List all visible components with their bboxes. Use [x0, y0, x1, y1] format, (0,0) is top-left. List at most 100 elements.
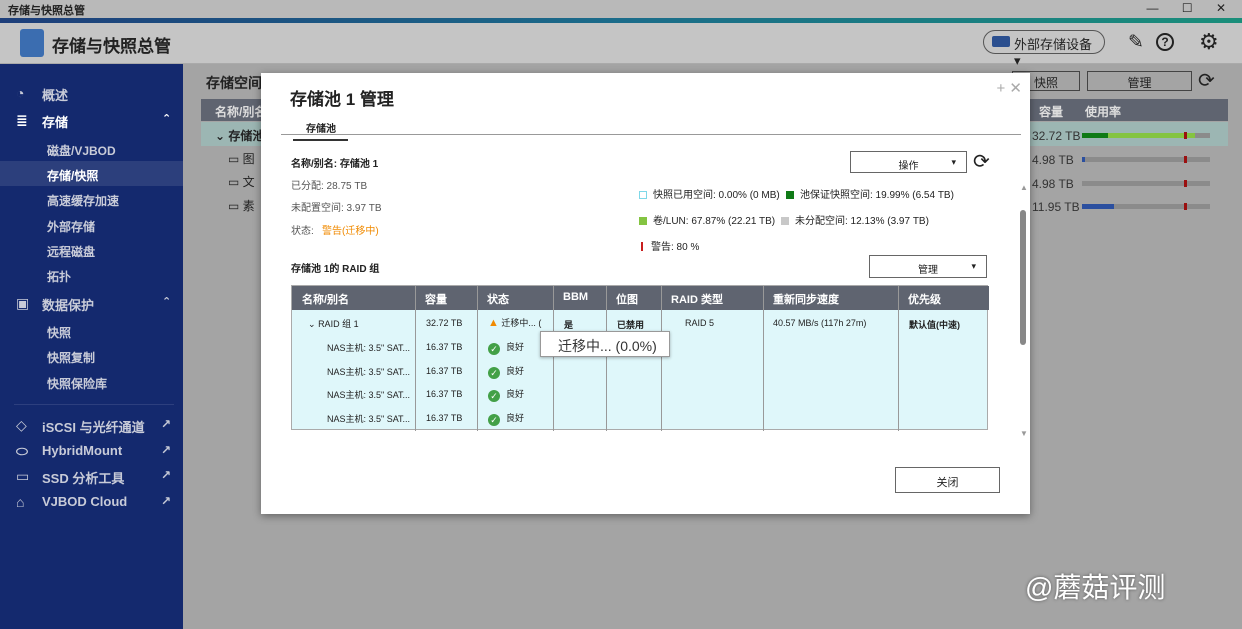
volume-row[interactable]: ▭ 素: [228, 197, 255, 214]
label: VJBOD Cloud: [42, 494, 128, 509]
magic-wand-icon[interactable]: ✎: [1128, 31, 1144, 54]
label: 概述: [42, 88, 69, 103]
row-name: 图: [242, 152, 255, 166]
legend-volume-lun: 卷/LUN: 67.87% (22.21 TB): [639, 212, 775, 227]
usage-bar: [1082, 156, 1210, 163]
close-button[interactable]: 关闭: [895, 467, 1000, 493]
group-resync: 40.57 MB/s (117h 27m): [773, 318, 867, 328]
scrollbar-thumb[interactable]: [1020, 210, 1026, 345]
watermark: @蘑菇评测: [1025, 572, 1166, 603]
app-title: 存储与快照总管: [52, 37, 171, 56]
app-header: 存储与快照总管 外部存储设备 ▾ ✎ ? ⚙: [0, 23, 1242, 68]
sidebar-item-overview[interactable]: ◔ 概述: [0, 85, 183, 104]
collapse-icon[interactable]: ⌃: [162, 295, 171, 308]
group-capacity: 32.72 TB: [426, 318, 463, 328]
sidebar-item-storage[interactable]: ≣ 存储 ⌃: [0, 112, 183, 131]
sidebar-item-data-protection[interactable]: ▣ 数据保护 ⌃: [0, 295, 183, 314]
label: SSD 分析工具: [42, 471, 125, 486]
usage-fill: [1082, 204, 1114, 209]
window-controls[interactable]: — ☐ ✕: [1147, 1, 1236, 15]
pool-name: 名称/别名: 存储池 1: [291, 159, 379, 170]
th-capacity: 容量: [415, 286, 477, 310]
disk-name: NAS主机: 3.5" SAT...: [327, 390, 411, 400]
sidebar-item-snapshot[interactable]: 快照: [0, 324, 183, 341]
caret-down-icon: ▾: [1014, 53, 1021, 68]
close-icon[interactable]: ✕: [1009, 80, 1022, 97]
status-label: 状态:: [291, 226, 314, 237]
external-link-icon: ↗: [161, 468, 172, 482]
legend-warning: 警告: 80 %: [641, 238, 699, 253]
sidebar-app-iscsi[interactable]: ◇ iSCSI 与光纤通道 ↗: [0, 417, 183, 436]
external-link-icon: ↗: [161, 443, 172, 457]
check-circle-icon: ✓: [488, 366, 500, 379]
disk-capacity: 16.37 TB: [426, 412, 463, 423]
usage-bar: [1082, 132, 1210, 139]
refresh-icon[interactable]: ⟳: [1198, 68, 1215, 93]
group-bbm: 是: [564, 320, 574, 330]
usage-bar: [1082, 180, 1210, 187]
th-bitmap: 位图: [606, 286, 661, 310]
help-icon[interactable]: ?: [1156, 33, 1174, 51]
sidebar-item-remote-disk[interactable]: 远程磁盘: [0, 243, 183, 260]
label: iSCSI 与光纤通道: [42, 420, 145, 435]
tab-storage-pool[interactable]: 存储池: [293, 120, 348, 141]
scroll-down-arrow[interactable]: ▼: [1020, 429, 1028, 438]
sidebar-item-snapshot-replica[interactable]: 快照复制: [0, 349, 183, 366]
external-storage-label: 外部存储设备: [1014, 37, 1093, 52]
manage-dropdown[interactable]: 管理 ▾: [869, 255, 987, 278]
collapse-icon[interactable]: ⌃: [162, 112, 171, 125]
check-circle-icon: ✓: [488, 390, 500, 402]
sidebar-item-cache[interactable]: 高速缓存加速: [0, 192, 183, 209]
sidebar: ◔ 概述 ≣ 存储 ⌃ 磁盘/VJBOD 存储/快照 高速缓存加速 外部存储 远程磁盘…: [0, 64, 183, 629]
disk-status: 良好: [506, 365, 525, 376]
label: 池保证快照空间: 19.99% (6.54 TB): [800, 190, 954, 201]
label: 警告: 80 %: [651, 242, 700, 253]
disk-capacity: 16.37 TB: [426, 365, 463, 376]
disk-name: NAS主机: 3.5" SAT...: [327, 366, 411, 377]
sidebar-item-storage-snapshots[interactable]: 存储/快照: [0, 167, 183, 184]
row-name: 素: [242, 199, 255, 213]
sidebar-item-topology[interactable]: 拓扑: [0, 268, 183, 285]
check-circle-icon: ✓: [488, 413, 500, 426]
disk-status: 良好: [506, 389, 525, 399]
sidebar-app-hybridmount[interactable]: ⬭ HybridMount ↗: [0, 443, 183, 459]
cloud-mount-icon: ⬭: [16, 443, 28, 459]
sidebar-item-external-storage[interactable]: 外部存储: [0, 218, 183, 235]
capacity: 32.72 TB: [1032, 129, 1081, 143]
raid-group-title: 存储池 1的 RAID 组: [291, 264, 380, 275]
row-name: 存储池: [228, 129, 265, 143]
sidebar-item-snapshot-vault[interactable]: 快照保险库: [0, 375, 183, 392]
migration-tooltip: 迁移中... (0.0%): [540, 331, 670, 357]
allocated-space: 已分配: 28.75 TB: [291, 181, 368, 192]
vjbod-cloud-icon: ⌂: [16, 494, 25, 510]
capacity: 4.98 TB: [1032, 153, 1074, 167]
capacity: 11.95 TB: [1032, 200, 1080, 214]
capacity: 4.98 TB: [1032, 177, 1074, 191]
check-circle-icon: ✓: [488, 343, 500, 355]
sidebar-app-vjbod-cloud[interactable]: ⌂ VJBOD Cloud ↗: [0, 494, 183, 510]
disk-name: NAS主机: 3.5" SAT...: [327, 343, 411, 353]
storage-pool-manage-dialog: 存储池 1 管理 + ✕ 存储池 名称/别名: 存储池 1 已分配: 28.75…: [261, 73, 1030, 514]
scroll-up-arrow[interactable]: ▲: [1020, 183, 1028, 192]
dashboard-icon: ◔: [16, 85, 25, 101]
maximize-icon[interactable]: +: [996, 80, 1005, 97]
warning-marker: [1184, 156, 1188, 163]
group-status: 迁移中... (: [501, 318, 542, 328]
disk-status: 良好: [506, 342, 525, 352]
warning-marker: [1184, 203, 1188, 210]
action-dropdown[interactable]: 操作 ▾: [850, 151, 967, 173]
volume-row[interactable]: ▭ 文: [228, 173, 255, 190]
usage-fill: [1082, 133, 1108, 138]
col-name: 名称/别名: [215, 105, 267, 119]
raid-group-table: 名称/别名 容量 状态 BBM 位图 RAID 类型 重新同步速度 优先级 ⌄ …: [291, 285, 989, 431]
volume-row[interactable]: ▭ 图: [228, 150, 255, 167]
window-title: 存储与快照总管: [8, 5, 85, 17]
ssd-icon: ▭: [16, 468, 30, 484]
refresh-icon[interactable]: ⟳: [973, 149, 990, 174]
settings-gear-icon[interactable]: ⚙: [1199, 29, 1219, 55]
external-storage-button[interactable]: 外部存储设备 ▾: [983, 30, 1105, 68]
manage-button-bg[interactable]: 管理: [1087, 71, 1192, 91]
chevron-down-icon[interactable]: ⌄: [308, 319, 316, 329]
sidebar-app-ssd-tool[interactable]: ▭ SSD 分析工具 ↗: [0, 468, 183, 487]
sidebar-item-disks[interactable]: 磁盘/VJBOD: [0, 142, 183, 159]
